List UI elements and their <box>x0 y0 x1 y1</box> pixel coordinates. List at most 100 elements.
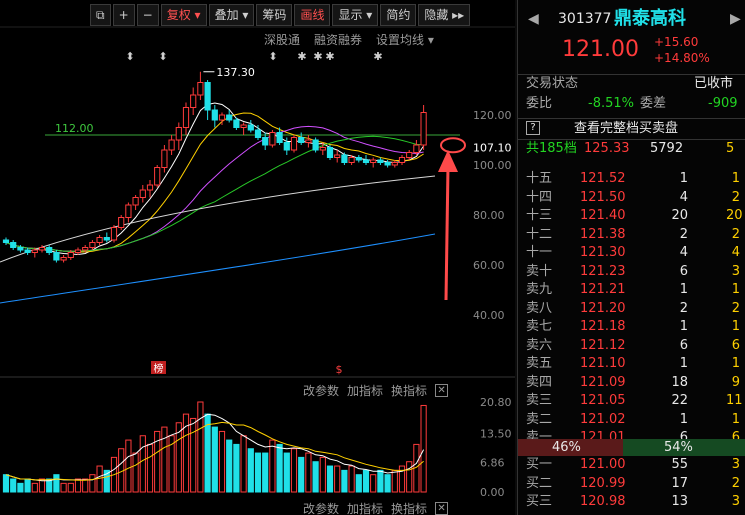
price-change: +15.60 <box>654 35 699 49</box>
price-block: 121.00 +15.60 +14.80% <box>518 35 745 66</box>
level-volume: 1 <box>679 356 688 371</box>
display-label: 显示 <box>338 8 363 22</box>
display-button[interactable]: 显示 ▾ <box>332 4 379 26</box>
next-stock-icon[interactable]: ▶ <box>730 8 741 30</box>
volume-bar <box>377 469 384 493</box>
volume-bar <box>326 465 334 493</box>
volume-bar <box>283 452 290 493</box>
volume-bar <box>89 474 96 493</box>
event-marker: ⬍ <box>125 50 134 63</box>
level-price: 121.38 <box>580 226 626 242</box>
total-levels-label: 共185档 <box>526 141 577 156</box>
ask-row[interactable]: 卖六 121.12 6 6 <box>518 337 745 355</box>
level-price: 121.30 <box>580 245 626 260</box>
level-label: 十二 <box>526 226 553 242</box>
plus-icon[interactable]: + <box>112 4 135 26</box>
ma-settings-button[interactable]: 设置均线 ▾ <box>376 31 434 48</box>
bid-row[interactable]: 买一 121.00 55 3 <box>518 456 745 474</box>
level-count: 2 <box>731 475 740 491</box>
hide-button[interactable]: 隐藏 ▸▸ <box>418 4 471 26</box>
status-row: 交易状态 已收市 <box>518 74 745 92</box>
ask-row[interactable]: 十一 121.30 4 4 <box>518 244 745 262</box>
level-volume: 1 <box>679 171 688 186</box>
ask-row[interactable]: 卖四 121.09 18 9 <box>518 374 745 392</box>
volume-bar <box>312 461 319 493</box>
full-book-row[interactable]: ? 查看完整档买卖盘 <box>518 118 745 138</box>
volume-bar <box>74 478 82 493</box>
minus-icon[interactable]: − <box>136 4 159 26</box>
candle-body <box>254 129 262 138</box>
switch-indicator-button[interactable]: 换指标 <box>391 382 427 399</box>
bid-row[interactable]: 买二 120.99 17 2 <box>518 475 745 493</box>
level-volume: 22 <box>671 393 688 408</box>
candle-body <box>190 94 197 108</box>
volume-bar <box>233 443 240 493</box>
candle-body <box>154 167 161 186</box>
chart-tools: 深股通 融资融券 设置均线 ▾ <box>264 31 434 48</box>
ask-row[interactable]: 十三 121.40 20 20 <box>518 207 745 225</box>
event-marker: ✱ <box>297 50 306 63</box>
event-marker: ⬍ <box>158 50 167 63</box>
ask-row[interactable]: 卖八 121.20 2 2 <box>518 300 745 318</box>
close-icon[interactable]: ✕ <box>435 384 449 397</box>
volume-bar <box>197 401 204 493</box>
add-indicator-button-2[interactable]: 加指标 <box>347 500 383 515</box>
chart-toolbar: ⧉ + − 复权 ▾ 叠加 ▾ 筹码 画线 显示 ▾ 简约 隐藏 ▸▸ <box>90 4 471 26</box>
switch-indicator-button-2[interactable]: 换指标 <box>391 500 427 515</box>
ask-row[interactable]: 卖九 121.21 1 1 <box>518 281 745 299</box>
ask-row[interactable]: 十五 121.52 1 1 <box>518 170 745 188</box>
ask-row[interactable]: 十四 121.50 4 2 <box>518 189 745 207</box>
edit-params-button[interactable]: 改参数 <box>303 382 339 399</box>
level-label: 十一 <box>526 245 553 260</box>
draw-line-button[interactable]: 画线 <box>294 4 331 26</box>
ask-row[interactable]: 卖十 121.23 6 3 <box>518 263 745 281</box>
fuquan-button[interactable]: 复权 ▾ <box>160 4 207 26</box>
kline-chart[interactable]: 112.00 137.30 ⬍ ⬍ ⬍ ✱ ✱ ✱ ✱ 120.00 107.10 100.00 80.… <box>0 0 515 515</box>
add-indicator-button[interactable]: 加指标 <box>347 382 383 399</box>
window-icon[interactable]: ⧉ <box>90 4 111 26</box>
candle-body <box>362 159 370 163</box>
level-count: 11 <box>726 393 743 408</box>
arrow-head <box>438 150 458 172</box>
candle-body <box>118 217 125 228</box>
level-price: 120.99 <box>580 475 626 491</box>
hk-connect-button[interactable]: 深股通 <box>264 31 300 48</box>
volume-bar <box>298 456 305 493</box>
bid-row[interactable]: 买三 120.98 13 3 <box>518 493 745 511</box>
sell-ratio: 46% <box>552 440 581 455</box>
ask-row[interactable]: 卖二 121.02 1 1 <box>518 411 745 429</box>
ask-row[interactable]: 卖三 121.05 22 11 <box>518 392 745 410</box>
chips-button[interactable]: 筹码 <box>256 4 293 26</box>
overlay-button[interactable]: 叠加 ▾ <box>208 4 255 26</box>
level-volume: 2 <box>679 300 688 316</box>
candle-body <box>384 162 391 166</box>
candle-body <box>168 139 175 151</box>
rank-badge: 榜 <box>154 362 164 375</box>
ask-row[interactable]: 卖五 121.10 1 1 <box>518 355 745 373</box>
candle-body <box>46 247 53 253</box>
ask-row[interactable]: 十二 121.38 2 2 <box>518 226 745 244</box>
full-book-link[interactable]: 查看完整档买卖盘 <box>574 120 678 138</box>
question-icon[interactable]: ? <box>526 121 540 135</box>
fuquan-label: 复权 <box>166 8 191 22</box>
close-icon-2[interactable]: ✕ <box>435 502 449 515</box>
volume-bar <box>262 452 269 493</box>
edit-params-button-2[interactable]: 改参数 <box>303 500 339 515</box>
total-levels-row: 共185档 125.33 5792 5 <box>518 139 745 157</box>
candle-body <box>398 157 406 163</box>
quote-header: ◀ 301377 鼎泰高科 ▶ <box>518 8 745 30</box>
candle-body <box>211 109 218 121</box>
prev-stock-icon[interactable]: ◀ <box>528 8 539 30</box>
level-count: 3 <box>731 494 740 509</box>
simple-button[interactable]: 简约 <box>380 4 417 26</box>
candle-body <box>139 189 146 198</box>
volume-bar <box>334 465 341 493</box>
level-count: 1 <box>731 319 740 334</box>
margin-trading-button[interactable]: 融资融券 <box>314 31 362 48</box>
volume-bar <box>139 435 146 493</box>
total-price: 125.33 <box>584 141 630 156</box>
candle-body <box>161 149 168 168</box>
ask-row[interactable]: 卖七 121.18 1 1 <box>518 318 745 336</box>
candle-body <box>125 204 132 218</box>
level-price: 121.18 <box>580 319 626 334</box>
